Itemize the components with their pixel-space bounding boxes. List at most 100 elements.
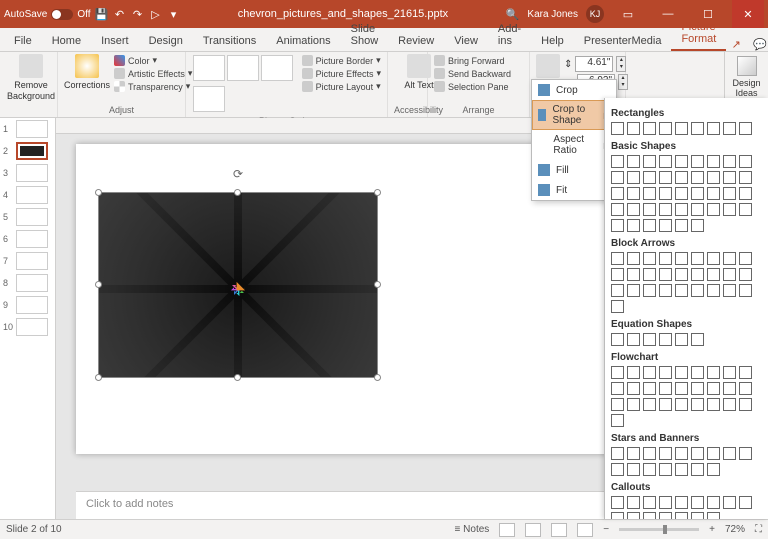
shape-option[interactable] [643,187,656,200]
shape-option[interactable] [707,496,720,509]
shape-option[interactable] [739,187,752,200]
shape-option[interactable] [643,122,656,135]
shape-option[interactable] [627,447,640,460]
shape-option[interactable] [643,252,656,265]
shape-option[interactable] [707,398,720,411]
sorter-view-button[interactable] [525,523,541,537]
start-slideshow-icon[interactable]: ▷ [149,7,163,21]
shape-option[interactable] [627,171,640,184]
shape-option[interactable] [643,333,656,346]
shape-option[interactable] [675,496,688,509]
tab-animations[interactable]: Animations [266,31,340,51]
thumb-4[interactable]: 4 [0,184,55,206]
shape-option[interactable] [739,155,752,168]
tab-design[interactable]: Design [139,31,193,51]
selected-picture[interactable]: ⟳ [98,192,378,378]
shape-option[interactable] [691,122,704,135]
user-avatar[interactable]: KJ [586,5,604,23]
shape-option[interactable] [723,284,736,297]
picture-styles-gallery[interactable] [192,54,298,116]
picture-border-button[interactable]: Picture Border ▾ [302,54,381,67]
shape-option[interactable] [659,171,672,184]
tab-presentermedia[interactable]: PresenterMedia [574,31,672,51]
corrections-button[interactable]: Corrections [64,54,110,91]
shape-option[interactable] [675,284,688,297]
shape-option[interactable] [675,252,688,265]
shape-option[interactable] [723,187,736,200]
shape-option[interactable] [739,366,752,379]
tab-view[interactable]: View [444,31,488,51]
shape-option[interactable] [659,496,672,509]
shape-option[interactable] [659,463,672,476]
shape-option[interactable] [611,171,624,184]
shape-option[interactable] [675,219,688,232]
shape-option[interactable] [627,398,640,411]
shape-option[interactable] [643,219,656,232]
tab-home[interactable]: Home [42,31,91,51]
shape-option[interactable] [739,398,752,411]
shape-option[interactable] [659,252,672,265]
shape-option[interactable] [739,284,752,297]
shape-option[interactable] [611,398,624,411]
shape-option[interactable] [611,512,624,519]
shape-option[interactable] [707,284,720,297]
shape-option[interactable] [739,496,752,509]
shape-option[interactable] [723,268,736,281]
shape-option[interactable] [723,496,736,509]
shape-option[interactable] [675,203,688,216]
thumb-1[interactable]: 1 [0,118,55,140]
shape-option[interactable] [611,187,624,200]
rotation-handle-icon[interactable]: ⟳ [233,167,243,181]
shape-option[interactable] [739,252,752,265]
shape-option[interactable] [723,447,736,460]
design-ideas-button[interactable]: Design Ideas [724,52,768,98]
shape-option[interactable] [643,155,656,168]
shape-option[interactable] [611,219,624,232]
shape-option[interactable] [691,333,704,346]
shape-option[interactable] [707,203,720,216]
shape-option[interactable] [723,366,736,379]
shape-option[interactable] [611,203,624,216]
shape-option[interactable] [707,463,720,476]
shape-option[interactable] [707,268,720,281]
shape-option[interactable] [691,382,704,395]
shape-option[interactable] [723,203,736,216]
resize-handle[interactable] [234,374,241,381]
shape-option[interactable] [675,512,688,519]
shape-option[interactable] [739,382,752,395]
normal-view-button[interactable] [499,523,515,537]
notes-toggle[interactable]: ≡ Notes [455,524,490,535]
shape-option[interactable] [643,203,656,216]
shape-option[interactable] [691,203,704,216]
shape-option[interactable] [611,366,624,379]
shape-option[interactable] [659,187,672,200]
shape-option[interactable] [707,252,720,265]
autosave-toggle[interactable] [51,9,73,20]
close-button[interactable]: ✕ [732,0,764,28]
shape-option[interactable] [707,171,720,184]
bring-forward-button[interactable]: Bring Forward [434,54,511,67]
shape-option[interactable] [739,203,752,216]
shape-option[interactable] [627,333,640,346]
shape-option[interactable] [675,171,688,184]
shape-option[interactable] [739,268,752,281]
zoom-level[interactable]: 72% [725,524,745,535]
height-spinner[interactable]: ▴▾ [616,56,626,72]
thumb-8[interactable]: 8 [0,272,55,294]
shape-option[interactable] [707,512,720,519]
shape-option[interactable] [691,219,704,232]
shape-option[interactable] [675,382,688,395]
crop-menu-crop[interactable]: Crop [532,80,616,100]
shape-option[interactable] [643,268,656,281]
shape-option[interactable] [627,203,640,216]
tab-transitions[interactable]: Transitions [193,31,266,51]
shape-option[interactable] [691,171,704,184]
shape-option[interactable] [675,268,688,281]
ribbon-options-icon[interactable]: ▭ [612,0,644,28]
tab-slideshow[interactable]: Slide Show [341,19,389,51]
shape-option[interactable] [611,252,624,265]
shape-option[interactable] [659,398,672,411]
undo-icon[interactable]: ↶ [113,7,127,21]
shape-option[interactable] [659,512,672,519]
shape-option[interactable] [627,366,640,379]
